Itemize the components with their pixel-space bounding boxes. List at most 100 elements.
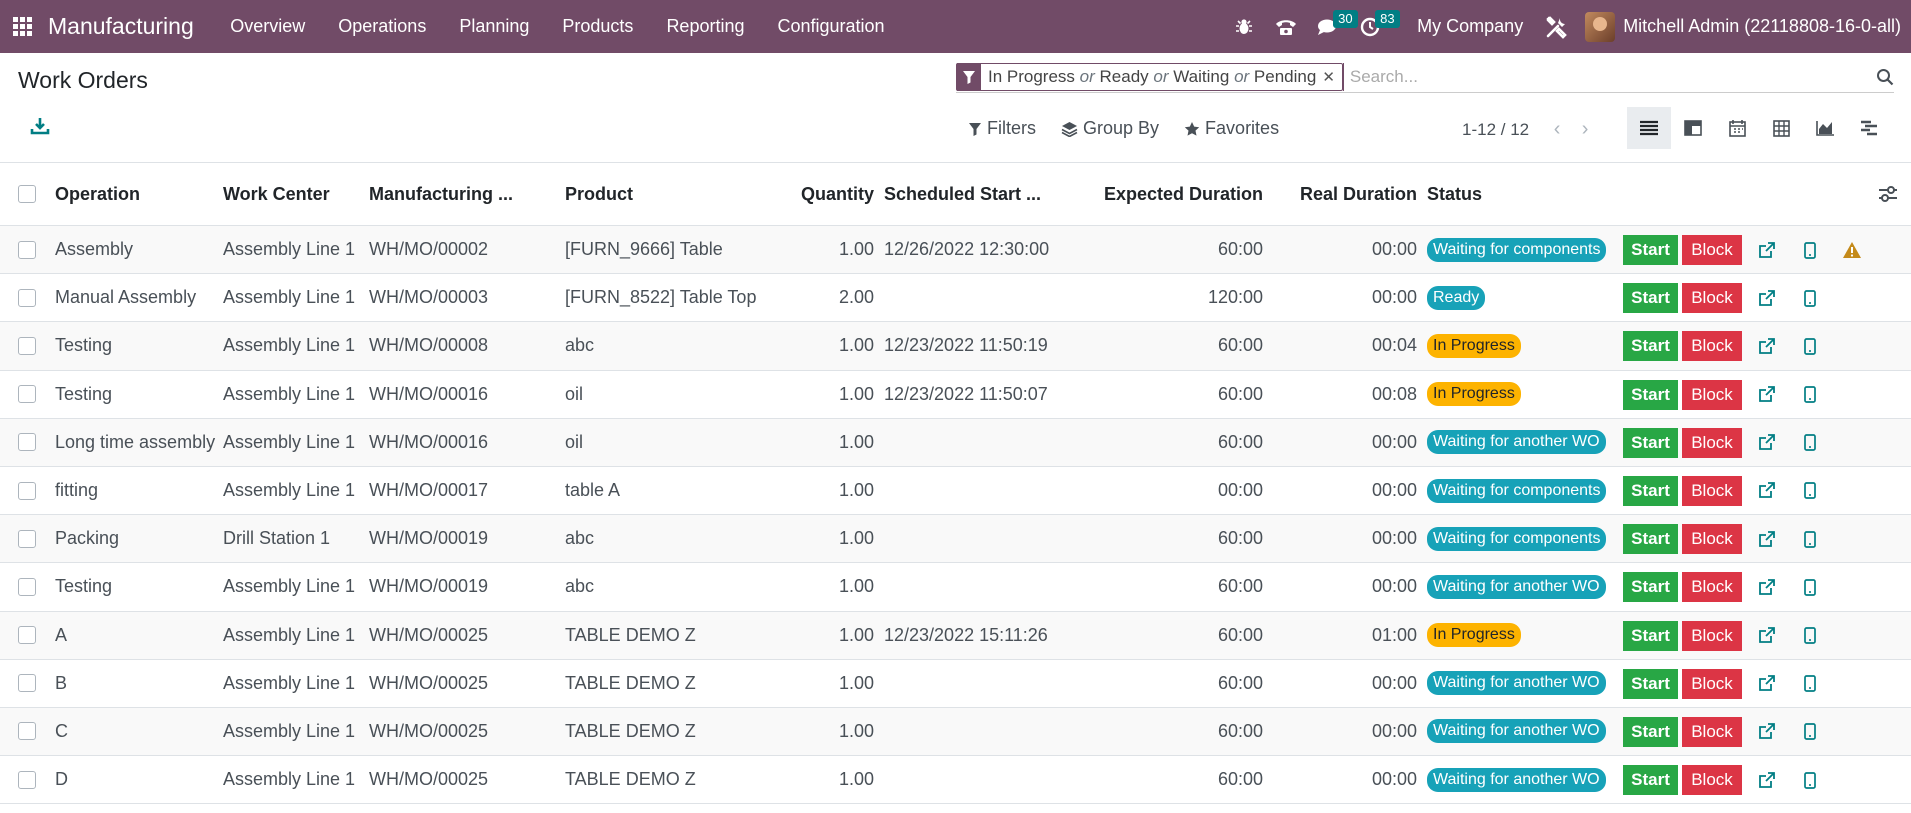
graph-view-icon[interactable] — [1803, 107, 1847, 149]
tablet-icon[interactable] — [1800, 529, 1820, 549]
user-menu[interactable]: Mitchell Admin (22118808-16-0-all) — [1585, 11, 1901, 42]
column-scheduled-start[interactable]: Scheduled Start ... — [884, 184, 1084, 205]
table-row[interactable]: B Assembly Line 1 WH/MO/00025 TABLE DEMO… — [0, 659, 1911, 708]
menu-products[interactable]: Products — [546, 16, 650, 37]
table-row[interactable]: Packing Drill Station 1 WH/MO/00019 abc … — [0, 515, 1911, 564]
block-button[interactable]: Block — [1682, 475, 1742, 506]
group-by-button[interactable]: Group By — [1061, 118, 1159, 139]
start-button[interactable]: Start — [1623, 331, 1678, 362]
open-external-icon[interactable] — [1756, 722, 1776, 742]
table-row[interactable]: Manual Assembly Assembly Line 1 WH/MO/00… — [0, 274, 1911, 323]
block-button[interactable]: Block — [1682, 283, 1742, 314]
app-brand[interactable]: Manufacturing — [48, 13, 194, 40]
block-button[interactable]: Block — [1682, 668, 1742, 699]
row-checkbox[interactable] — [18, 240, 36, 259]
open-external-icon[interactable] — [1756, 577, 1776, 597]
menu-overview[interactable]: Overview — [214, 16, 322, 37]
facet-remove-icon[interactable]: ✕ — [1322, 68, 1342, 86]
open-external-icon[interactable] — [1756, 481, 1776, 501]
open-external-icon[interactable] — [1756, 433, 1776, 453]
column-work-center[interactable]: Work Center — [223, 184, 363, 205]
start-button[interactable]: Start — [1623, 524, 1678, 555]
column-operation[interactable]: Operation — [55, 184, 220, 205]
filters-button[interactable]: Filters — [968, 118, 1036, 139]
table-row[interactable]: A Assembly Line 1 WH/MO/00025 TABLE DEMO… — [0, 611, 1911, 660]
row-checkbox[interactable] — [18, 770, 36, 789]
column-manufacturing[interactable]: Manufacturing ... — [369, 184, 559, 205]
row-checkbox[interactable] — [18, 433, 36, 452]
block-button[interactable]: Block — [1682, 765, 1742, 796]
open-external-icon[interactable] — [1756, 240, 1776, 260]
activities-clock-icon[interactable]: 83 — [1349, 0, 1400, 53]
tablet-icon[interactable] — [1800, 336, 1820, 356]
messages-icon[interactable]: 30 — [1307, 0, 1358, 53]
tablet-icon[interactable] — [1800, 770, 1820, 790]
row-checkbox[interactable] — [18, 674, 36, 693]
block-button[interactable]: Block — [1682, 620, 1742, 651]
pager-next-icon[interactable]: › — [1571, 118, 1599, 141]
table-row[interactable]: Assembly Assembly Line 1 WH/MO/00002 [FU… — [0, 226, 1911, 275]
tablet-icon[interactable] — [1800, 722, 1820, 742]
start-button[interactable]: Start — [1623, 283, 1678, 314]
start-button[interactable]: Start — [1623, 235, 1678, 265]
start-button[interactable]: Start — [1623, 427, 1678, 458]
table-row[interactable]: Long time assembly Assembly Line 1 WH/MO… — [0, 418, 1911, 467]
block-button[interactable]: Block — [1682, 427, 1742, 458]
open-external-icon[interactable] — [1756, 674, 1776, 694]
block-button[interactable]: Block — [1682, 235, 1742, 265]
open-external-icon[interactable] — [1756, 288, 1776, 308]
row-checkbox[interactable] — [18, 722, 36, 741]
start-button[interactable]: Start — [1623, 379, 1678, 410]
menu-planning[interactable]: Planning — [443, 16, 546, 37]
open-external-icon[interactable] — [1756, 626, 1776, 646]
tablet-icon[interactable] — [1800, 385, 1820, 405]
select-all-checkbox[interactable] — [18, 185, 36, 203]
tablet-icon[interactable] — [1800, 288, 1820, 308]
column-expected-duration[interactable]: Expected Duration — [1080, 184, 1263, 205]
menu-operations[interactable]: Operations — [322, 16, 443, 37]
row-checkbox[interactable] — [18, 288, 36, 307]
table-row[interactable]: D Assembly Line 1 WH/MO/00025 TABLE DEMO… — [0, 756, 1911, 805]
apps-menu-icon[interactable] — [0, 0, 44, 53]
tools-icon[interactable] — [1537, 0, 1577, 53]
start-button[interactable]: Start — [1623, 620, 1678, 651]
start-button[interactable]: Start — [1623, 765, 1678, 796]
tablet-icon[interactable] — [1800, 626, 1820, 646]
menu-configuration[interactable]: Configuration — [761, 16, 901, 37]
start-button[interactable]: Start — [1623, 475, 1678, 506]
row-checkbox[interactable] — [18, 626, 36, 645]
row-checkbox[interactable] — [18, 385, 36, 404]
open-external-icon[interactable] — [1756, 385, 1776, 405]
column-status[interactable]: Status — [1427, 184, 1482, 205]
debug-bug-icon[interactable] — [1223, 0, 1265, 53]
table-row[interactable]: fitting Assembly Line 1 WH/MO/00017 tabl… — [0, 466, 1911, 516]
pivot-view-icon[interactable] — [1759, 107, 1803, 149]
row-checkbox[interactable] — [18, 529, 36, 548]
search-icon[interactable] — [1864, 68, 1894, 86]
optional-columns-icon[interactable] — [1878, 185, 1900, 205]
open-external-icon[interactable] — [1756, 529, 1776, 549]
tablet-icon[interactable] — [1800, 433, 1820, 453]
block-button[interactable]: Block — [1682, 331, 1742, 362]
tablet-icon[interactable] — [1800, 577, 1820, 597]
table-row[interactable]: C Assembly Line 1 WH/MO/00025 TABLE DEMO… — [0, 707, 1911, 757]
table-row[interactable]: Testing Assembly Line 1 WH/MO/00008 abc … — [0, 322, 1911, 371]
row-checkbox[interactable] — [18, 481, 36, 500]
tablet-icon[interactable] — [1800, 240, 1820, 260]
row-checkbox[interactable] — [18, 336, 36, 355]
download-icon[interactable] — [30, 116, 50, 138]
pager-value[interactable]: 1-12 / 12 — [1462, 120, 1529, 140]
start-button[interactable]: Start — [1623, 716, 1678, 747]
block-button[interactable]: Block — [1682, 379, 1742, 410]
search-input[interactable] — [1342, 62, 1864, 91]
open-external-icon[interactable] — [1756, 336, 1776, 356]
row-checkbox[interactable] — [18, 577, 36, 596]
phone-icon[interactable] — [1265, 0, 1307, 53]
calendar-view-icon[interactable] — [1715, 107, 1759, 149]
open-external-icon[interactable] — [1756, 770, 1776, 790]
tablet-icon[interactable] — [1800, 674, 1820, 694]
table-row[interactable]: Testing Assembly Line 1 WH/MO/00016 oil … — [0, 370, 1911, 419]
column-quantity[interactable]: Quantity — [760, 184, 874, 205]
gantt-view-icon[interactable] — [1847, 107, 1891, 149]
table-row[interactable]: Testing Assembly Line 1 WH/MO/00019 abc … — [0, 563, 1911, 612]
